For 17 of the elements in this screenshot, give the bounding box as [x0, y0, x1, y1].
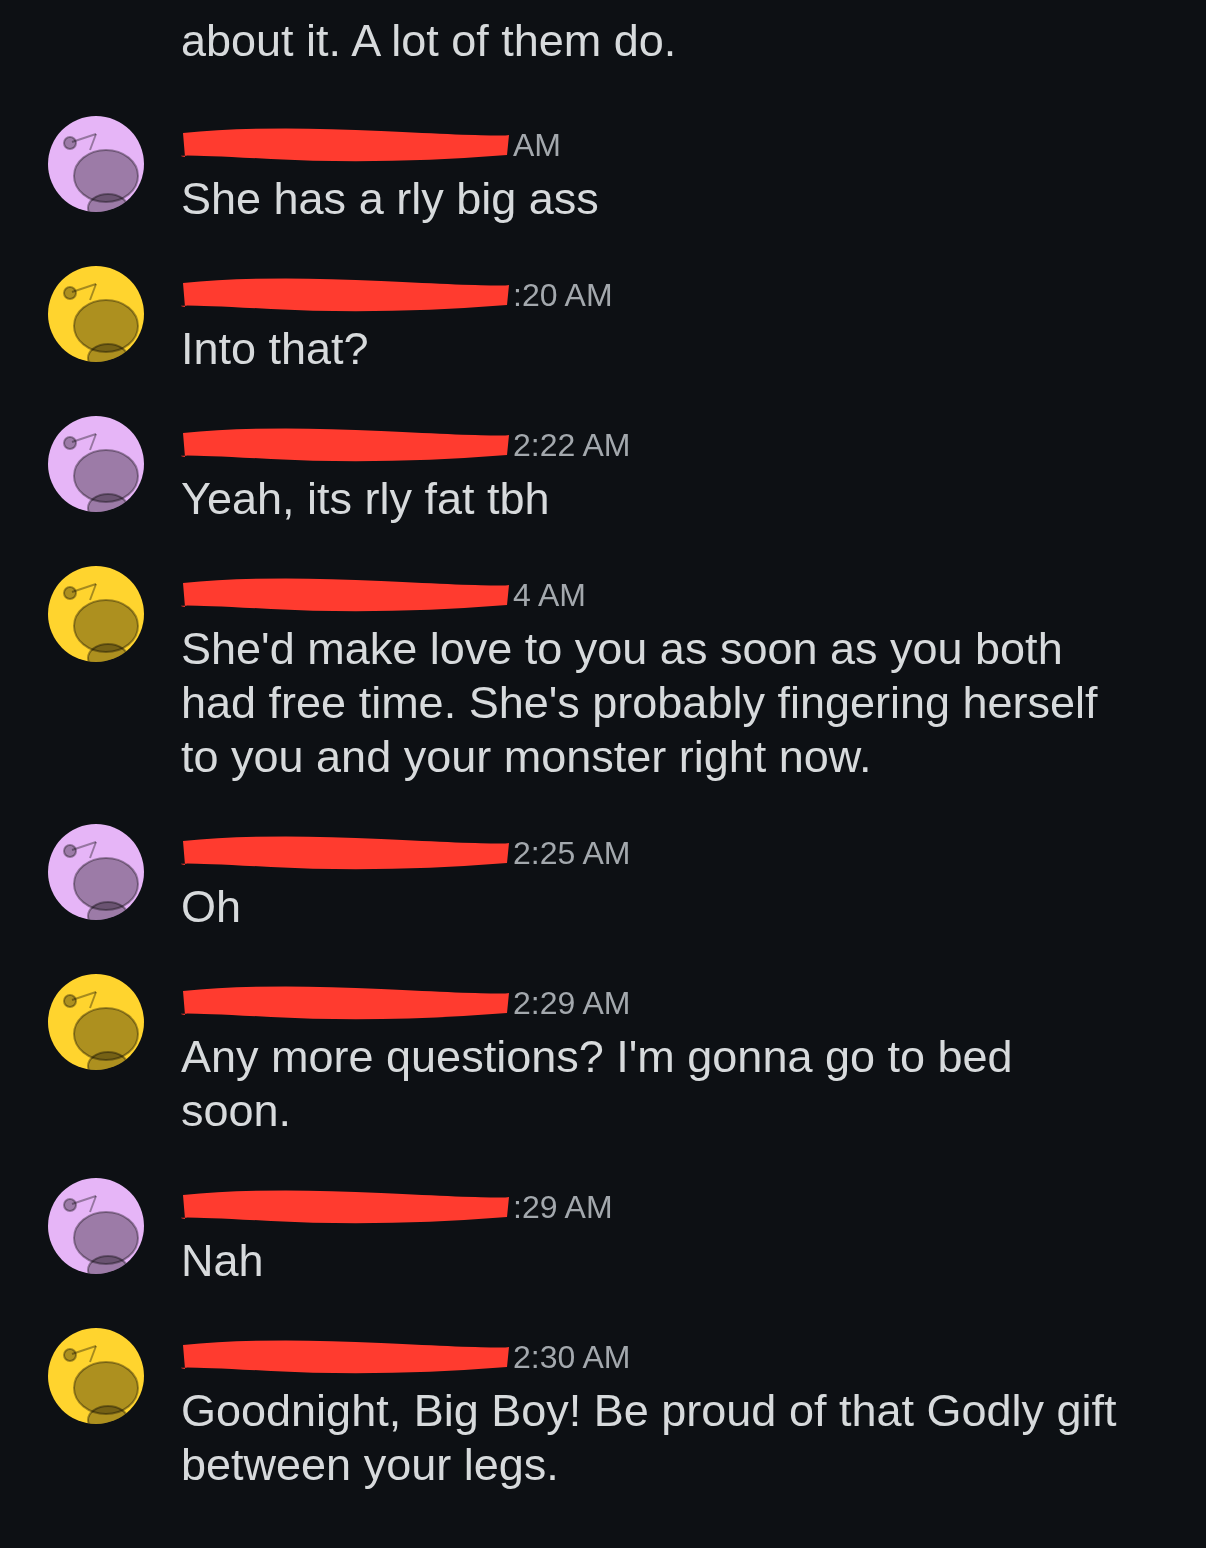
message-text: Into that? — [181, 322, 370, 376]
message-text: about it. A lot of them do. — [181, 14, 678, 68]
timestamp: 4 AM — [513, 576, 586, 615]
timestamp: 2:30 AM — [513, 1338, 631, 1377]
message-text: Any more questions? I'm gonna go to bed soon. — [181, 1030, 1013, 1138]
timestamp: 2:25 AM — [513, 834, 631, 873]
message-text: Oh — [181, 880, 243, 934]
timestamp: AM — [513, 126, 561, 165]
timestamp: 2:22 AM — [513, 426, 631, 465]
message-text: Nah — [181, 1234, 265, 1288]
message-text: She'd make love to you as soon as you both had free time. She's probably fingering herself to you and your monster right now. — [181, 622, 1098, 784]
timestamp: :29 AM — [513, 1188, 613, 1227]
timestamp: 2:29 AM — [513, 984, 631, 1023]
message-text: She has a rly big ass — [181, 172, 599, 226]
timestamp: :20 AM — [513, 276, 613, 315]
message-text: Goodnight, Big Boy! Be proud of that Godly gift between your legs. — [181, 1384, 1117, 1492]
message-text: Yeah, its rly fat tbh — [181, 472, 551, 526]
